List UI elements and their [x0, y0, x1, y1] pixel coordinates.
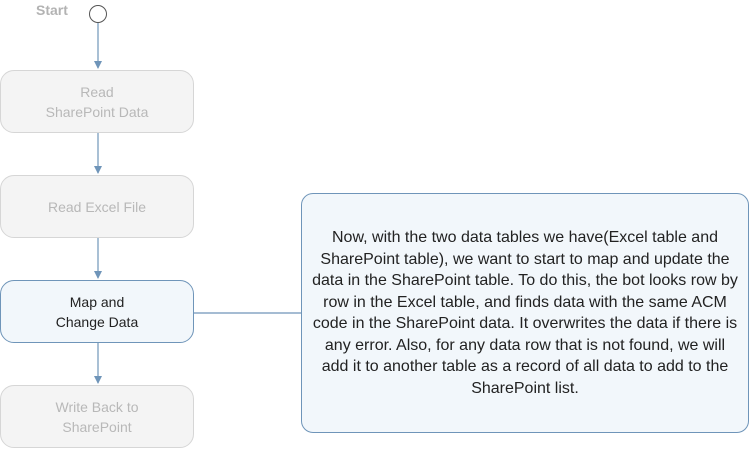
- step-write-back-to-sharepoint: Write Back to SharePoint: [0, 385, 194, 448]
- step-label: Read Excel File: [47, 198, 147, 215]
- step-label: Write Back to SharePoint: [55, 398, 139, 435]
- step-label: Map and Change Data: [55, 293, 139, 330]
- step-label: Read SharePoint Data: [45, 83, 149, 120]
- note-box: Now, with the two data tables we have(Ex…: [301, 193, 749, 433]
- step-read-sharepoint-data: Read SharePoint Data: [0, 70, 194, 133]
- note-text: Now, with the two data tables we have(Ex…: [312, 229, 738, 397]
- step-map-and-change-data: Map and Change Data: [0, 280, 194, 343]
- step-read-excel-file: Read Excel File: [0, 175, 194, 238]
